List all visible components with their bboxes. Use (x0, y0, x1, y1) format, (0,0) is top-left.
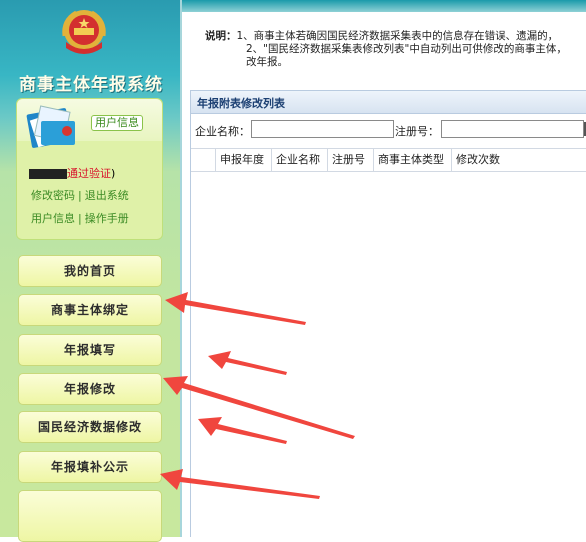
nav-report-fill[interactable]: 年报填写 (18, 334, 162, 366)
link-separator: | (78, 212, 82, 225)
registration-number-input[interactable] (441, 120, 584, 138)
account-links: 修改密码 | 退出系统 (31, 187, 129, 203)
system-title: 商事主体年报系统 (19, 75, 163, 95)
main-top-bar (182, 0, 586, 12)
note-line-1: 说明：1、商事主体若确因国民经济数据采集表中的信息存在错误、遗漏的， (205, 30, 586, 43)
user-info-link[interactable]: 用户信息 (31, 212, 75, 225)
user-info-tag[interactable]: 用户信息 (91, 115, 143, 131)
col-entity-type: 商事主体类型 (373, 149, 448, 171)
note-line-2: 2、"国民经济数据采集表修改列表"中自动列出可供修改的商事主体， (246, 43, 567, 55)
note-line-3: 改年报。 (246, 56, 288, 68)
nav-economic-data-modify[interactable]: 国民经济数据修改 (18, 411, 162, 443)
registration-number-label: 注册号： (395, 125, 439, 138)
user-panel: 用户信息 通过验证) 修改密码 | 退出系统 用户信息 | 操作手册 (16, 98, 163, 240)
modify-list-panel: 年报附表修改列表 企业名称： 注册号： 申报年度 企业名称 注册号 商事主体类型… (190, 90, 586, 537)
redacted-username (29, 169, 67, 179)
col-company-name: 企业名称 (271, 149, 324, 171)
national-emblem-icon (62, 10, 106, 54)
company-name-input[interactable] (251, 120, 394, 138)
table-header: 申报年度 企业名称 注册号 商事主体类型 修改次数 (191, 148, 586, 172)
note-text-1: 1、商事主体若确因国民经济数据采集表中的信息存在错误、遗漏的， (236, 30, 559, 42)
company-name-label: 企业名称： (195, 125, 250, 138)
link-separator: | (78, 189, 82, 202)
nav-home[interactable]: 我的首页 (18, 255, 162, 287)
col-modify-count: 修改次数 (451, 149, 504, 171)
list-title-bar: 年报附表修改列表 (191, 90, 586, 114)
main-divider (180, 0, 182, 537)
user-status-line: 通过验证) (29, 165, 115, 181)
change-password-link[interactable]: 修改密码 (31, 189, 75, 202)
col-report-year: 申报年度 (215, 149, 268, 171)
filter-row: 企业名称： 注册号： (191, 120, 586, 140)
logout-link[interactable]: 退出系统 (85, 189, 129, 202)
verify-status: 通过验证 (67, 167, 111, 180)
col-registration-number: 注册号 (327, 149, 369, 171)
manual-link[interactable]: 操作手册 (85, 212, 129, 225)
note-label: 说明： (205, 30, 237, 42)
verify-paren: ) (111, 167, 116, 180)
folder-icon (26, 105, 75, 148)
list-title: 年报附表修改列表 (197, 97, 285, 110)
nav-entity-binding[interactable]: 商事主体绑定 (18, 294, 162, 326)
nav-empty-slot[interactable] (18, 490, 162, 542)
nav-report-modify[interactable]: 年报修改 (18, 373, 162, 405)
help-links: 用户信息 | 操作手册 (31, 210, 129, 226)
nav-report-supplement[interactable]: 年报填补公示 (18, 451, 162, 483)
instructions-note: 说明：1、商事主体若确因国民经济数据采集表中的信息存在错误、遗漏的， 2、"国民… (205, 30, 586, 69)
sidebar: 商事主体年报系统 用户信息 通过验证) 修改密码 | 退出系统 用户信息 | 操作手册 … (0, 0, 180, 542)
